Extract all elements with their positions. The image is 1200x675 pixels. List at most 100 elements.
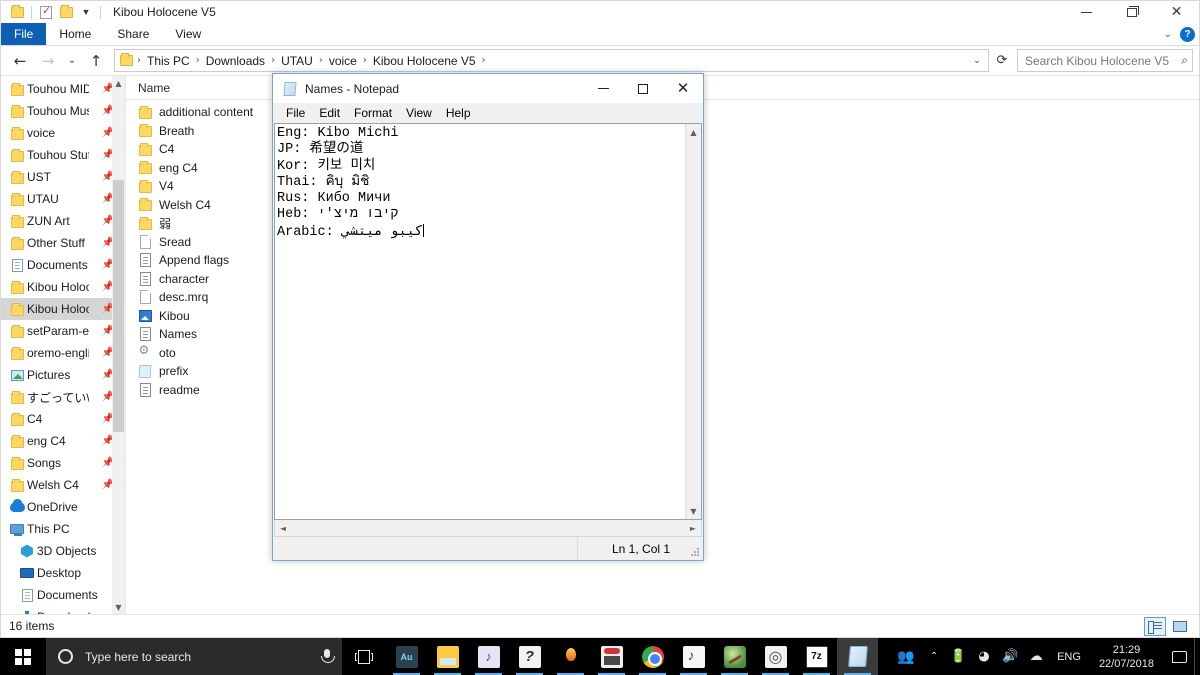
breadcrumb-item-voice[interactable]: voice: [325, 51, 361, 71]
search-input[interactable]: Type here to search: [85, 650, 320, 664]
notepad-vertical-scrollbar[interactable]: ▲ ▼: [685, 124, 701, 519]
people-icon[interactable]: 👥: [889, 638, 923, 675]
sidebar-item[interactable]: Pictures 📌: [1, 364, 125, 386]
refresh-icon[interactable]: ⟳: [991, 49, 1013, 72]
menu-edit[interactable]: Edit: [312, 104, 347, 122]
close-button[interactable]: ✕: [1154, 1, 1199, 23]
properties-icon[interactable]: [36, 2, 56, 22]
sidebar-item[interactable]: oremo-englis📌: [1, 342, 125, 364]
navigation-scrollbar[interactable]: ▲ ▼: [112, 76, 125, 614]
sidebar-item[interactable]: Kibou Holoce📌: [1, 276, 125, 298]
address-dropdown-icon[interactable]: ⌄: [968, 55, 986, 66]
breadcrumb-item-kibou-holocene-v5[interactable]: Kibou Holocene V5: [369, 51, 480, 71]
sidebar-item[interactable]: Kibou Holoce📌: [1, 298, 125, 320]
minimize-button[interactable]: [1064, 1, 1109, 23]
notepad-text-content[interactable]: Eng: Kibo Michi JP: 希望の道 Kor: 키보 미치 Thai: ค…: [275, 124, 685, 519]
taskbar-app-white-media-app[interactable]: [673, 638, 714, 675]
sidebar-item[interactable]: 3D Objects: [1, 540, 125, 562]
taskbar-app-notepad[interactable]: [837, 638, 878, 675]
start-button[interactable]: [0, 638, 46, 675]
taskbar-app-google-chrome[interactable]: [632, 638, 673, 675]
breadcrumb-item-downloads[interactable]: Downloads: [202, 51, 269, 71]
sidebar-item[interactable]: setParam-eng📌: [1, 320, 125, 342]
sidebar-item[interactable]: UST 📌: [1, 166, 125, 188]
scrollbar-thumb[interactable]: [113, 180, 124, 432]
up-button[interactable]: ↑: [83, 49, 109, 73]
tab-home[interactable]: Home: [46, 23, 104, 45]
scroll-down-icon[interactable]: ▼: [112, 600, 125, 614]
sidebar-item[interactable]: Touhou MIDI 📌: [1, 78, 125, 100]
back-button[interactable]: ←: [7, 49, 33, 73]
tab-file[interactable]: File: [1, 23, 47, 45]
clock[interactable]: 21:29 22/07/2018: [1089, 638, 1164, 675]
sidebar-item[interactable]: ZUN Art 📌: [1, 210, 125, 232]
sidebar-item[interactable]: Desktop: [1, 562, 125, 584]
scroll-up-icon[interactable]: ▲: [112, 76, 125, 90]
language-indicator[interactable]: ENG: [1049, 638, 1089, 675]
taskbar-app-video-editor[interactable]: [591, 638, 632, 675]
show-hidden-icons-chevron[interactable]: ⌃: [923, 638, 945, 675]
sidebar-item[interactable]: OneDrive: [1, 496, 125, 518]
menu-help[interactable]: Help: [439, 104, 478, 122]
notepad-text-area[interactable]: Eng: Kibo Michi JP: 希望の道 Kor: 키보 미치 Thai: ค…: [274, 123, 702, 520]
scroll-left-icon[interactable]: ◄: [275, 520, 291, 536]
sidebar-item[interactable]: eng C4 📌: [1, 430, 125, 452]
sidebar-item[interactable]: C4 📌: [1, 408, 125, 430]
breadcrumb[interactable]: › This PC › Downloads › UTAU › voice › K…: [114, 49, 989, 72]
search-box[interactable]: Search Kibou Holocene V5 ⌕: [1017, 49, 1193, 72]
sidebar-item[interactable]: voice 📌: [1, 122, 125, 144]
wifi-icon[interactable]: ◕: [971, 638, 997, 675]
taskbar-app-utau-app[interactable]: ?: [509, 638, 550, 675]
tab-view[interactable]: View: [162, 23, 214, 45]
taskbar-app-flame-app[interactable]: [550, 638, 591, 675]
volume-icon[interactable]: 🔊: [997, 638, 1023, 675]
tab-share[interactable]: Share: [104, 23, 162, 45]
recent-locations-icon[interactable]: ⌄: [63, 49, 81, 73]
task-view-button[interactable]: [342, 638, 386, 675]
taskbar-app-adobe-audition[interactable]: Au: [386, 638, 427, 675]
taskbar-app-7zip[interactable]: 7z: [796, 638, 837, 675]
sidebar-item[interactable]: Welsh C4 📌: [1, 474, 125, 496]
menu-view[interactable]: View: [399, 104, 439, 122]
breadcrumb-item-utau[interactable]: UTAU: [277, 51, 317, 71]
action-center-icon[interactable]: [1164, 638, 1194, 675]
taskbar-app-music-player[interactable]: ♪: [468, 638, 509, 675]
restore-button[interactable]: [1109, 1, 1154, 23]
forward-button[interactable]: →: [35, 49, 61, 73]
sidebar-item[interactable]: すごってい\ver3📌: [1, 386, 125, 408]
sidebar-item[interactable]: Other Stuff 📌: [1, 232, 125, 254]
menu-format[interactable]: Format: [347, 104, 399, 122]
new-folder-icon[interactable]: [56, 2, 76, 22]
scroll-right-icon[interactable]: ►: [685, 520, 701, 536]
scroll-up-icon[interactable]: ▲: [686, 124, 702, 140]
breadcrumb-item-this-pc[interactable]: This PC: [143, 51, 194, 71]
sidebar-item[interactable]: Documents 📌: [1, 254, 125, 276]
sidebar-item[interactable]: Touhou Stuff 📌: [1, 144, 125, 166]
resize-grip[interactable]: [690, 547, 700, 557]
microphone-icon[interactable]: [320, 648, 335, 666]
notepad-horizontal-scrollbar[interactable]: ◄ ►: [274, 520, 702, 537]
notepad-title-bar[interactable]: Names - Notepad ✕: [273, 74, 703, 103]
explorer-title-bar[interactable]: ▼ Kibou Holocene V5 ✕: [1, 1, 1199, 23]
show-desktop-button[interactable]: [1194, 638, 1200, 675]
sidebar-item[interactable]: Touhou Musi 📌: [1, 100, 125, 122]
scroll-down-icon[interactable]: ▼: [686, 503, 702, 519]
taskbar-app-file-explorer[interactable]: [427, 638, 468, 675]
chevron-down-icon[interactable]: ⌄: [1164, 29, 1172, 40]
close-button[interactable]: ✕: [663, 74, 703, 103]
taskbar-app-green-app[interactable]: [714, 638, 755, 675]
sidebar-item[interactable]: Documents: [1, 584, 125, 606]
taskbar-app-spiral-app[interactable]: ◎: [755, 638, 796, 675]
large-icons-view-icon[interactable]: [1169, 617, 1191, 636]
taskbar-search-box[interactable]: Type here to search: [46, 638, 342, 675]
details-view-icon[interactable]: [1144, 617, 1166, 636]
search-input[interactable]: Search Kibou Holocene V5: [1025, 54, 1181, 68]
sidebar-item[interactable]: Downloads: [1, 606, 125, 614]
menu-file[interactable]: File: [279, 104, 312, 122]
sidebar-item[interactable]: Songs 📌: [1, 452, 125, 474]
onedrive-tray-icon[interactable]: ☁: [1023, 638, 1049, 675]
help-icon[interactable]: ?: [1180, 27, 1195, 42]
battery-icon[interactable]: 🔋: [945, 638, 971, 675]
minimize-button[interactable]: [583, 74, 623, 103]
sidebar-item[interactable]: This PC: [1, 518, 125, 540]
